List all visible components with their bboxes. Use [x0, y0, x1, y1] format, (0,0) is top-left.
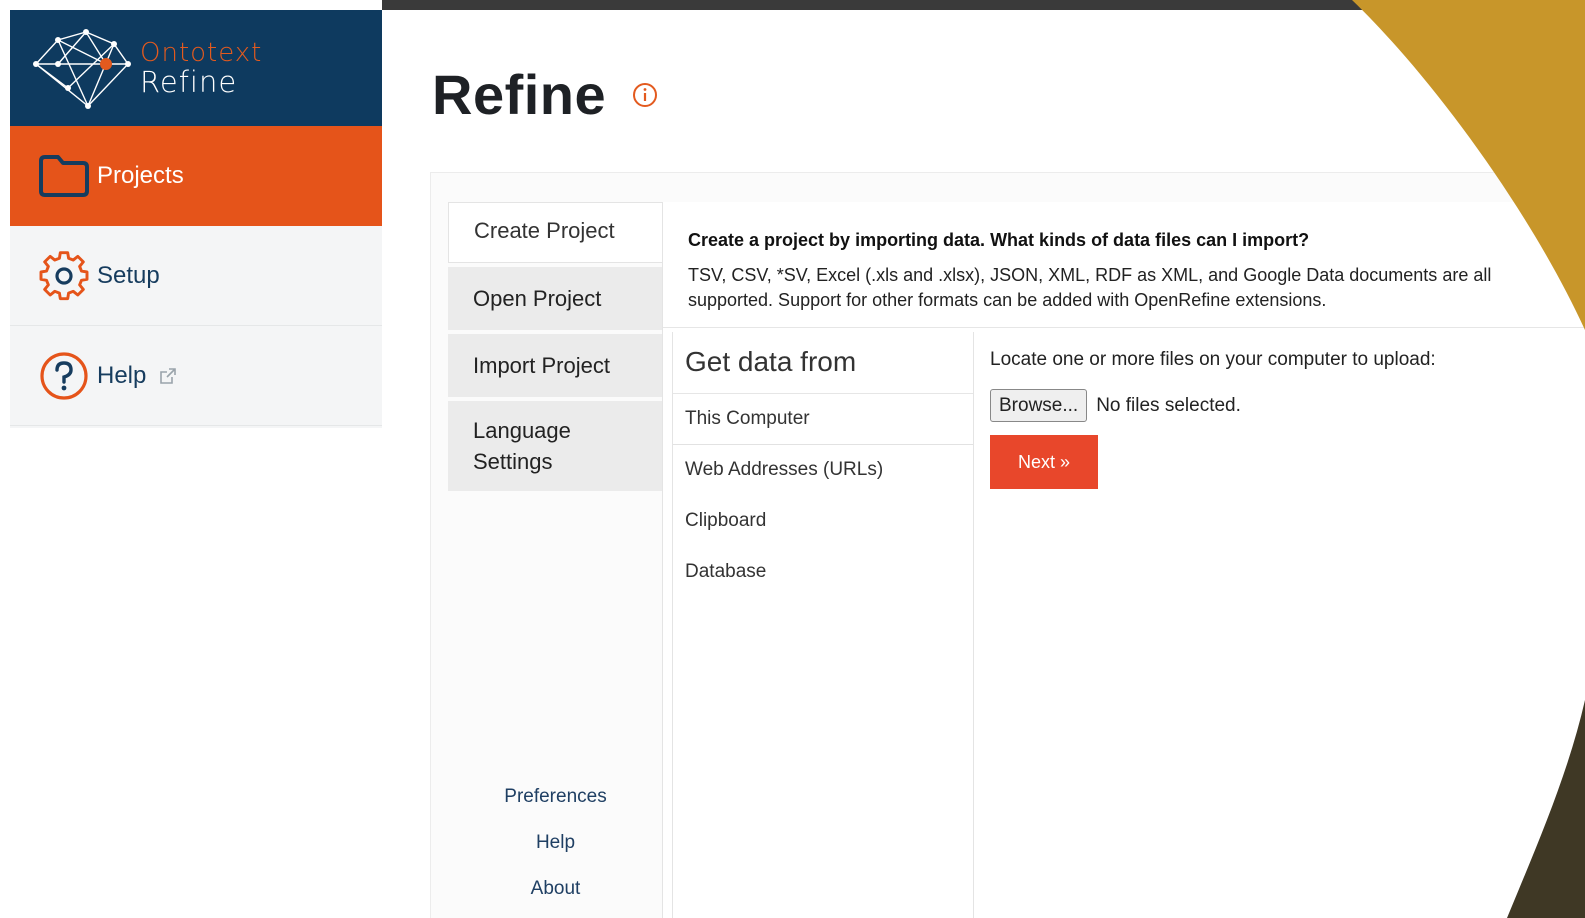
- sidebar: Ontotext Refine Projects Setup Help: [10, 10, 382, 428]
- logo-brand: Ontotext: [140, 37, 263, 68]
- browse-button[interactable]: Browse...: [990, 389, 1088, 422]
- next-button[interactable]: Next »: [990, 435, 1098, 489]
- refine-panel: Create Project Open Project Import Proje…: [430, 172, 1585, 918]
- intro-heading[interactable]: Create a project by importing data. What…: [688, 230, 1572, 251]
- logo-network-icon: [33, 29, 131, 109]
- source-database[interactable]: Database: [673, 547, 973, 598]
- tab-create-project[interactable]: Create Project: [448, 202, 664, 263]
- action-tabs: Create Project Open Project Import Proje…: [448, 202, 664, 495]
- intro-text: TSV, CSV, *SV, Excel (.xls and .xlsx), J…: [688, 265, 1492, 310]
- app-logo[interactable]: Ontotext Refine: [10, 10, 382, 126]
- link-help[interactable]: Help: [448, 831, 663, 855]
- upload-area: Locate one or more files on your compute…: [990, 332, 1585, 489]
- sidebar-item-label: Setup: [97, 261, 160, 289]
- upload-label: Locate one or more files on your compute…: [990, 349, 1436, 370]
- source-web-addresses[interactable]: Web Addresses (URLs): [673, 445, 973, 496]
- link-about[interactable]: About: [448, 877, 663, 901]
- top-border: [382, 0, 1585, 10]
- sidebar-item-label: Help: [97, 361, 147, 389]
- source-heading: Get data from: [673, 332, 973, 394]
- page: Ontotext Refine Projects Setup Help Refi…: [0, 0, 1585, 918]
- footer-links: Preferences Help About: [448, 785, 663, 918]
- tab-import-project[interactable]: Import Project: [448, 334, 663, 397]
- external-link-icon: [160, 367, 177, 384]
- logo-text: Ontotext Refine: [140, 40, 262, 97]
- question-icon: [35, 351, 93, 400]
- data-source-list: Get data from This Computer Web Addresse…: [672, 332, 974, 918]
- logo-product: Refine: [140, 64, 238, 99]
- folder-icon: [35, 152, 93, 200]
- info-icon[interactable]: [632, 82, 658, 108]
- page-header: Refine: [432, 62, 658, 127]
- sidebar-item-label: Projects: [97, 162, 184, 189]
- source-this-computer[interactable]: This Computer: [673, 394, 973, 445]
- page-title: Refine: [432, 63, 607, 126]
- intro: Create a project by importing data. What…: [663, 202, 1585, 328]
- source-clipboard[interactable]: Clipboard: [673, 496, 973, 547]
- file-picker: Browse... No files selected.: [990, 389, 1585, 422]
- sidebar-item-projects[interactable]: Projects: [10, 126, 382, 226]
- file-status: No files selected.: [1096, 394, 1241, 416]
- create-project-panel: Create a project by importing data. What…: [662, 202, 1585, 918]
- tab-open-project[interactable]: Open Project: [448, 267, 663, 330]
- gear-icon: [35, 250, 93, 300]
- link-preferences[interactable]: Preferences: [448, 785, 663, 809]
- sidebar-item-help[interactable]: Help: [10, 326, 382, 426]
- tab-language-settings[interactable]: Language Settings: [448, 401, 663, 491]
- sidebar-item-setup[interactable]: Setup: [10, 226, 382, 326]
